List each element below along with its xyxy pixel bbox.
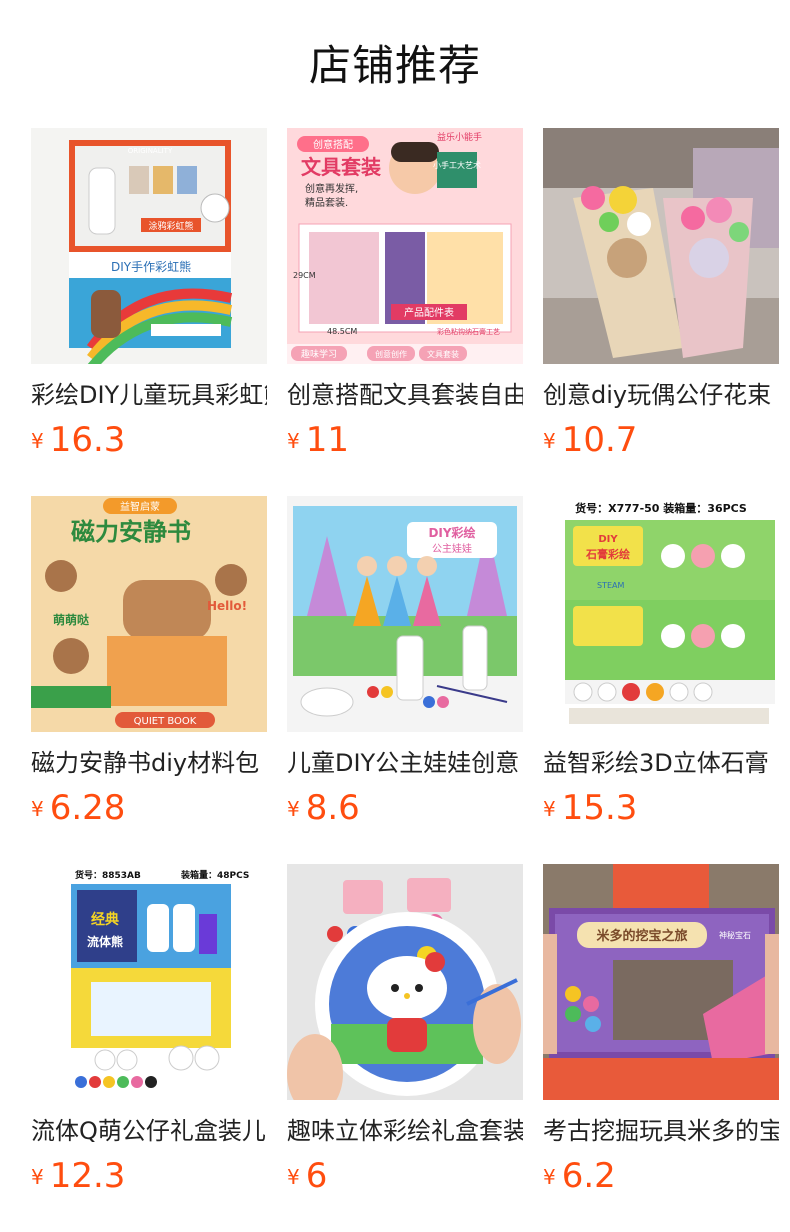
svg-text:益智启蒙: 益智启蒙 [120, 500, 160, 513]
product-price: ¥8.6 [287, 788, 523, 828]
svg-text:米多的挖宝之旅: 米多的挖宝之旅 [596, 928, 687, 944]
product-name[interactable]: 彩绘DIY儿童玩具彩虹熊 [31, 378, 267, 412]
plaster-painting-image[interactable]: 货号：X777-50 装箱量：36PCS DIY 石膏彩绘 STEAM [543, 496, 779, 732]
hello-kitty-plate-image[interactable] [287, 864, 523, 1100]
currency-symbol: ¥ [31, 797, 44, 821]
product-card[interactable]: 米多的挖宝之旅 神秘宝石 考古挖掘玩具米多的宝 ¥6.2 [543, 864, 779, 1196]
price-value: 15.3 [561, 788, 638, 828]
rainbow-bear-kit-image[interactable]: ORIGINALITY 涂鸦彩虹熊 DIY手作彩虹熊 [31, 128, 267, 364]
product-name[interactable]: 儿童DIY公主娃娃创意 [287, 746, 523, 780]
currency-symbol: ¥ [287, 1165, 300, 1189]
box-brand-text: ORIGINALITY [128, 147, 173, 155]
currency-symbol: ¥ [543, 797, 556, 821]
product-card[interactable]: 货号：X777-50 装箱量：36PCS DIY 石膏彩绘 STEAM 益智彩绘… [543, 496, 779, 828]
svg-text:彩色粘钩纳石膏工艺: 彩色粘钩纳石膏工艺 [437, 327, 500, 336]
price-value: 6.2 [561, 1156, 616, 1196]
page-title: 店铺推荐 [308, 41, 481, 90]
svg-text:经典: 经典 [91, 911, 119, 928]
product-name[interactable]: 创意搭配文具套装自由 [287, 378, 523, 412]
svg-text:益乐小能手: 益乐小能手 [437, 131, 482, 143]
svg-text:产品配件表: 产品配件表 [404, 306, 454, 319]
product-name[interactable]: 流体Q萌公仔礼盒装儿 [31, 1114, 267, 1148]
product-card[interactable]: 益智启蒙 磁力安静书 萌萌哒 Hello! QUIET BOOK 磁力安静书di… [31, 496, 267, 828]
stationery-set-image[interactable]: 创意搭配 文具套装 创意再发挥, 精品套装. 益乐小能手 小手工大艺术 产品配件… [287, 128, 523, 364]
svg-text:趣味学习: 趣味学习 [301, 348, 337, 360]
product-name[interactable]: 趣味立体彩绘礼盒套装 [287, 1114, 523, 1148]
product-price: ¥6 [287, 1156, 523, 1196]
princess-painting-image[interactable]: DIY彩绘 公主娃娃 [287, 496, 523, 732]
product-name[interactable]: 考古挖掘玩具米多的宝 [543, 1114, 779, 1148]
product-card[interactable]: ORIGINALITY 涂鸦彩虹熊 DIY手作彩虹熊 彩绘DIY儿童玩具彩虹熊 … [31, 128, 267, 460]
svg-text:小手工大艺术: 小手工大艺术 [433, 160, 481, 170]
svg-text:流体熊: 流体熊 [87, 934, 123, 949]
box-label-text: 涂鸦彩虹熊 [148, 220, 193, 232]
product-card[interactable]: 创意搭配 文具套装 创意再发挥, 精品套装. 益乐小能手 小手工大艺术 产品配件… [287, 128, 523, 460]
product-price: ¥11 [287, 420, 523, 460]
fluid-bear-gift-box-image[interactable]: 货号：8853AB 装箱量：48PCS 经典 流体熊 [31, 864, 267, 1100]
product-name[interactable]: 创意diy玩偶公仔花束 [543, 378, 779, 412]
svg-text:DIY彩绘: DIY彩绘 [428, 525, 475, 540]
product-price: ¥10.7 [543, 420, 779, 460]
price-value: 6.28 [49, 788, 126, 828]
svg-text:精品套装.: 精品套装. [305, 196, 348, 209]
shop-recommendation-page: 店铺推荐 ORIGINALITY 涂鸦彩虹熊 DIY手作彩虹熊 彩绘DIY儿童玩… [0, 0, 790, 1232]
svg-text:神秘宝石: 神秘宝石 [719, 930, 751, 940]
svg-text:石膏彩绘: 石膏彩绘 [585, 547, 630, 561]
svg-text:装箱量：48PCS: 装箱量：48PCS [180, 869, 249, 881]
svg-text:公主娃娃: 公主娃娃 [432, 542, 472, 555]
product-price: ¥15.3 [543, 788, 779, 828]
price-value: 11 [305, 420, 349, 460]
svg-text:萌萌哒: 萌萌哒 [53, 612, 90, 627]
svg-text:货号：8853AB: 货号：8853AB [75, 869, 141, 881]
currency-symbol: ¥ [287, 429, 300, 453]
svg-text:29CM: 29CM [293, 271, 316, 280]
archaeology-dig-toy-image[interactable]: 米多的挖宝之旅 神秘宝石 [543, 864, 779, 1100]
svg-text:QUIET BOOK: QUIET BOOK [134, 716, 197, 727]
svg-text:文具套装: 文具套装 [427, 349, 459, 359]
svg-text:货号：X777-50 装箱量：36PCS: 货号：X777-50 装箱量：36PCS [574, 501, 747, 515]
quiet-book-image[interactable]: 益智启蒙 磁力安静书 萌萌哒 Hello! QUIET BOOK [31, 496, 267, 732]
currency-symbol: ¥ [543, 1165, 556, 1189]
price-value: 10.7 [561, 420, 638, 460]
svg-text:创意创作: 创意创作 [375, 349, 407, 359]
flower-bouquet-image[interactable] [543, 128, 779, 364]
price-value: 12.3 [49, 1156, 126, 1196]
svg-text:创意搭配: 创意搭配 [313, 138, 353, 151]
svg-text:STEAM: STEAM [597, 581, 624, 590]
product-name[interactable]: 磁力安静书diy材料包 [31, 746, 267, 780]
product-price: ¥6.2 [543, 1156, 779, 1196]
svg-text:创意再发挥,: 创意再发挥, [305, 182, 358, 195]
price-value: 16.3 [49, 420, 126, 460]
currency-symbol: ¥ [287, 797, 300, 821]
product-price: ¥16.3 [31, 420, 267, 460]
svg-text:磁力安静书: 磁力安静书 [71, 518, 191, 546]
product-grid: ORIGINALITY 涂鸦彩虹熊 DIY手作彩虹熊 彩绘DIY儿童玩具彩虹熊 … [31, 128, 779, 1196]
product-card[interactable]: DIY彩绘 公主娃娃 儿童DIY公主娃娃创意 ¥ 8.6 [287, 496, 523, 828]
price-value: 6 [305, 1156, 328, 1196]
product-card[interactable]: 货号：8853AB 装箱量：48PCS 经典 流体熊 流体Q萌公仔礼盒装儿 ¥ … [31, 864, 267, 1196]
price-value: 8.6 [305, 788, 360, 828]
product-name[interactable]: 益智彩绘3D立体石膏 [543, 746, 779, 780]
currency-symbol: ¥ [543, 429, 556, 453]
product-card[interactable]: 趣味立体彩绘礼盒套装 ¥6 [287, 864, 523, 1196]
svg-text:48.5CM: 48.5CM [327, 327, 357, 336]
svg-text:文具套装: 文具套装 [301, 155, 381, 179]
product-price: ¥6.28 [31, 788, 267, 828]
svg-text:DIY: DIY [598, 534, 618, 545]
svg-text:Hello!: Hello! [207, 599, 247, 613]
currency-symbol: ¥ [31, 429, 44, 453]
product-card[interactable]: 创意diy玩偶公仔花束 ¥10.7 [543, 128, 779, 460]
box-subtitle-text: DIY手作彩虹熊 [111, 259, 191, 274]
product-price: ¥12.3 [31, 1156, 267, 1196]
currency-symbol: ¥ [31, 1165, 44, 1189]
